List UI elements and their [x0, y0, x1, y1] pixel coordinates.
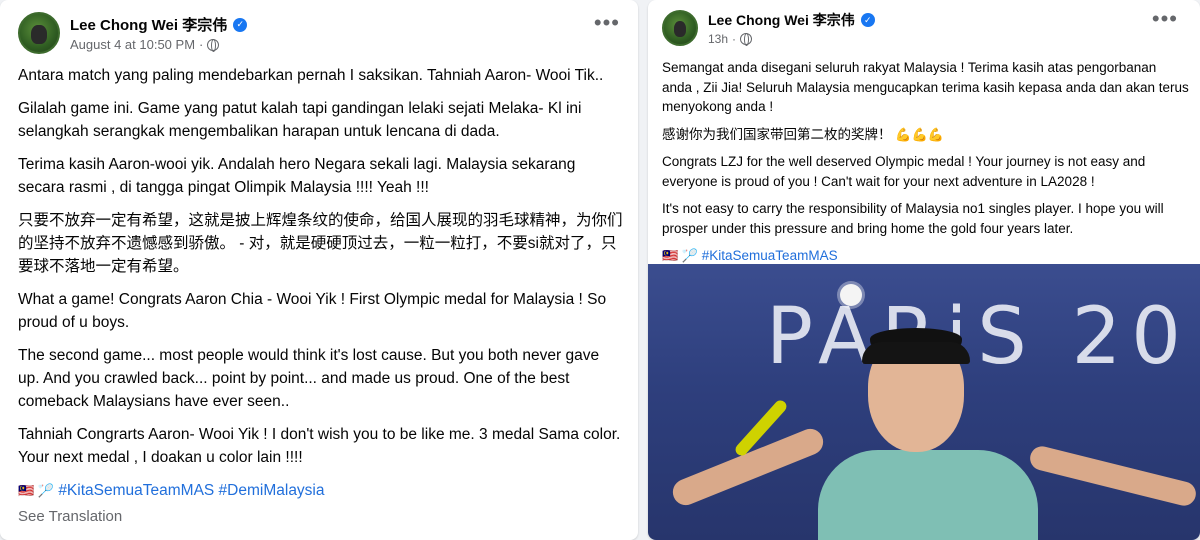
separator-dot: · — [732, 32, 737, 46]
post-paragraph: Tahniah Congrarts Aaron- Wooi Yik ! I do… — [18, 426, 621, 466]
globe-icon — [207, 38, 220, 52]
post-chinese-text: 感谢你为我们国家带回第二枚的奖牌！ — [662, 126, 892, 142]
post-paragraph: 只要不放弃一定有希望，这就是披上辉煌条纹的使命，给国人展现的羽毛球精神，为你们的… — [18, 212, 623, 275]
hashtag-line: 🇲🇾 🏸 #KitaSemuaTeamMAS #DemiMalaysia — [18, 479, 624, 502]
flag-racket-emoji: 🇲🇾 🏸 — [662, 248, 698, 263]
hashtag-links[interactable]: #KitaSemuaTeamMAS #DemiMalaysia — [58, 482, 324, 499]
hashtag-line: 🇲🇾 🏸 #KitaSemuaTeamMAS — [662, 246, 1190, 266]
player-shirt — [818, 450, 1038, 540]
flexed-biceps-emoji: 💪💪💪 — [895, 126, 944, 142]
author-avatar[interactable] — [662, 10, 698, 46]
post-photo[interactable]: PARiS 20 — [648, 264, 1200, 540]
post-paragraph: What a game! Congrats Aaron Chia - Wooi … — [18, 291, 607, 331]
author-name-row: Lee Chong Wei 李宗伟 ✓ — [70, 14, 248, 35]
post-paragraph: It's not easy to carry the responsibilit… — [662, 201, 1164, 236]
post-timestamp[interactable]: August 4 at 10:50 PM — [70, 37, 195, 52]
badminton-player — [808, 328, 1058, 540]
see-translation-link[interactable]: See Translation — [18, 508, 122, 525]
more-options-icon[interactable]: ••• — [1152, 8, 1178, 30]
post-paragraph: Gilalah game ini. Game yang patut kalah … — [18, 100, 582, 140]
more-options-icon[interactable]: ••• — [594, 12, 620, 34]
post-timestamp[interactable]: 13h — [708, 32, 728, 46]
post-body: Antara match yang paling mendebarkan per… — [18, 64, 624, 512]
separator-dot: · — [199, 37, 204, 52]
post-card-right: Lee Chong Wei 李宗伟 ✓ 13h · ••• Semangat a… — [648, 0, 1200, 540]
post-time-row: August 4 at 10:50 PM · — [70, 37, 247, 52]
flag-racket-emoji: 🇲🇾 🏸 — [18, 483, 54, 498]
post-card-left: Lee Chong Wei 李宗伟 ✓ August 4 at 10:50 PM… — [0, 0, 638, 540]
hashtag-link[interactable]: #KitaSemuaTeamMAS — [702, 248, 838, 263]
post-paragraph-chinese: 感谢你为我们国家带回第二枚的奖牌！ 💪💪💪 — [662, 125, 1190, 145]
author-meta: Lee Chong Wei 李宗伟 ✓ August 4 at 10:50 PM… — [70, 14, 248, 52]
post-paragraph: Congrats LZJ for the well deserved Olymp… — [662, 154, 1146, 189]
post-body: Semangat anda disegani seluruh rakyat Ma… — [662, 58, 1190, 274]
verified-badge-icon: ✓ — [860, 13, 875, 27]
post-header: Lee Chong Wei 李宗伟 ✓ 13h · — [662, 10, 875, 46]
post-time-row: 13h · — [708, 32, 875, 46]
post-paragraph: The second game... most people would thi… — [18, 347, 600, 410]
player-headband — [862, 342, 970, 364]
author-name[interactable]: Lee Chong Wei 李宗伟 — [708, 10, 855, 30]
post-paragraph: Antara match yang paling mendebarkan per… — [18, 67, 604, 84]
globe-icon — [740, 33, 753, 46]
author-name[interactable]: Lee Chong Wei 李宗伟 — [70, 14, 227, 35]
author-name-row: Lee Chong Wei 李宗伟 ✓ — [708, 10, 875, 30]
post-header: Lee Chong Wei 李宗伟 ✓ August 4 at 10:50 PM… — [18, 12, 248, 54]
author-meta: Lee Chong Wei 李宗伟 ✓ 13h · — [708, 10, 875, 46]
verified-badge-icon: ✓ — [233, 17, 248, 32]
post-paragraph: Semangat anda disegani seluruh rakyat Ma… — [662, 60, 1189, 114]
post-paragraph: Terima kasih Aaron-wooi yik. Andalah her… — [18, 156, 576, 196]
shuttlecock — [840, 284, 862, 306]
author-avatar[interactable] — [18, 12, 60, 54]
